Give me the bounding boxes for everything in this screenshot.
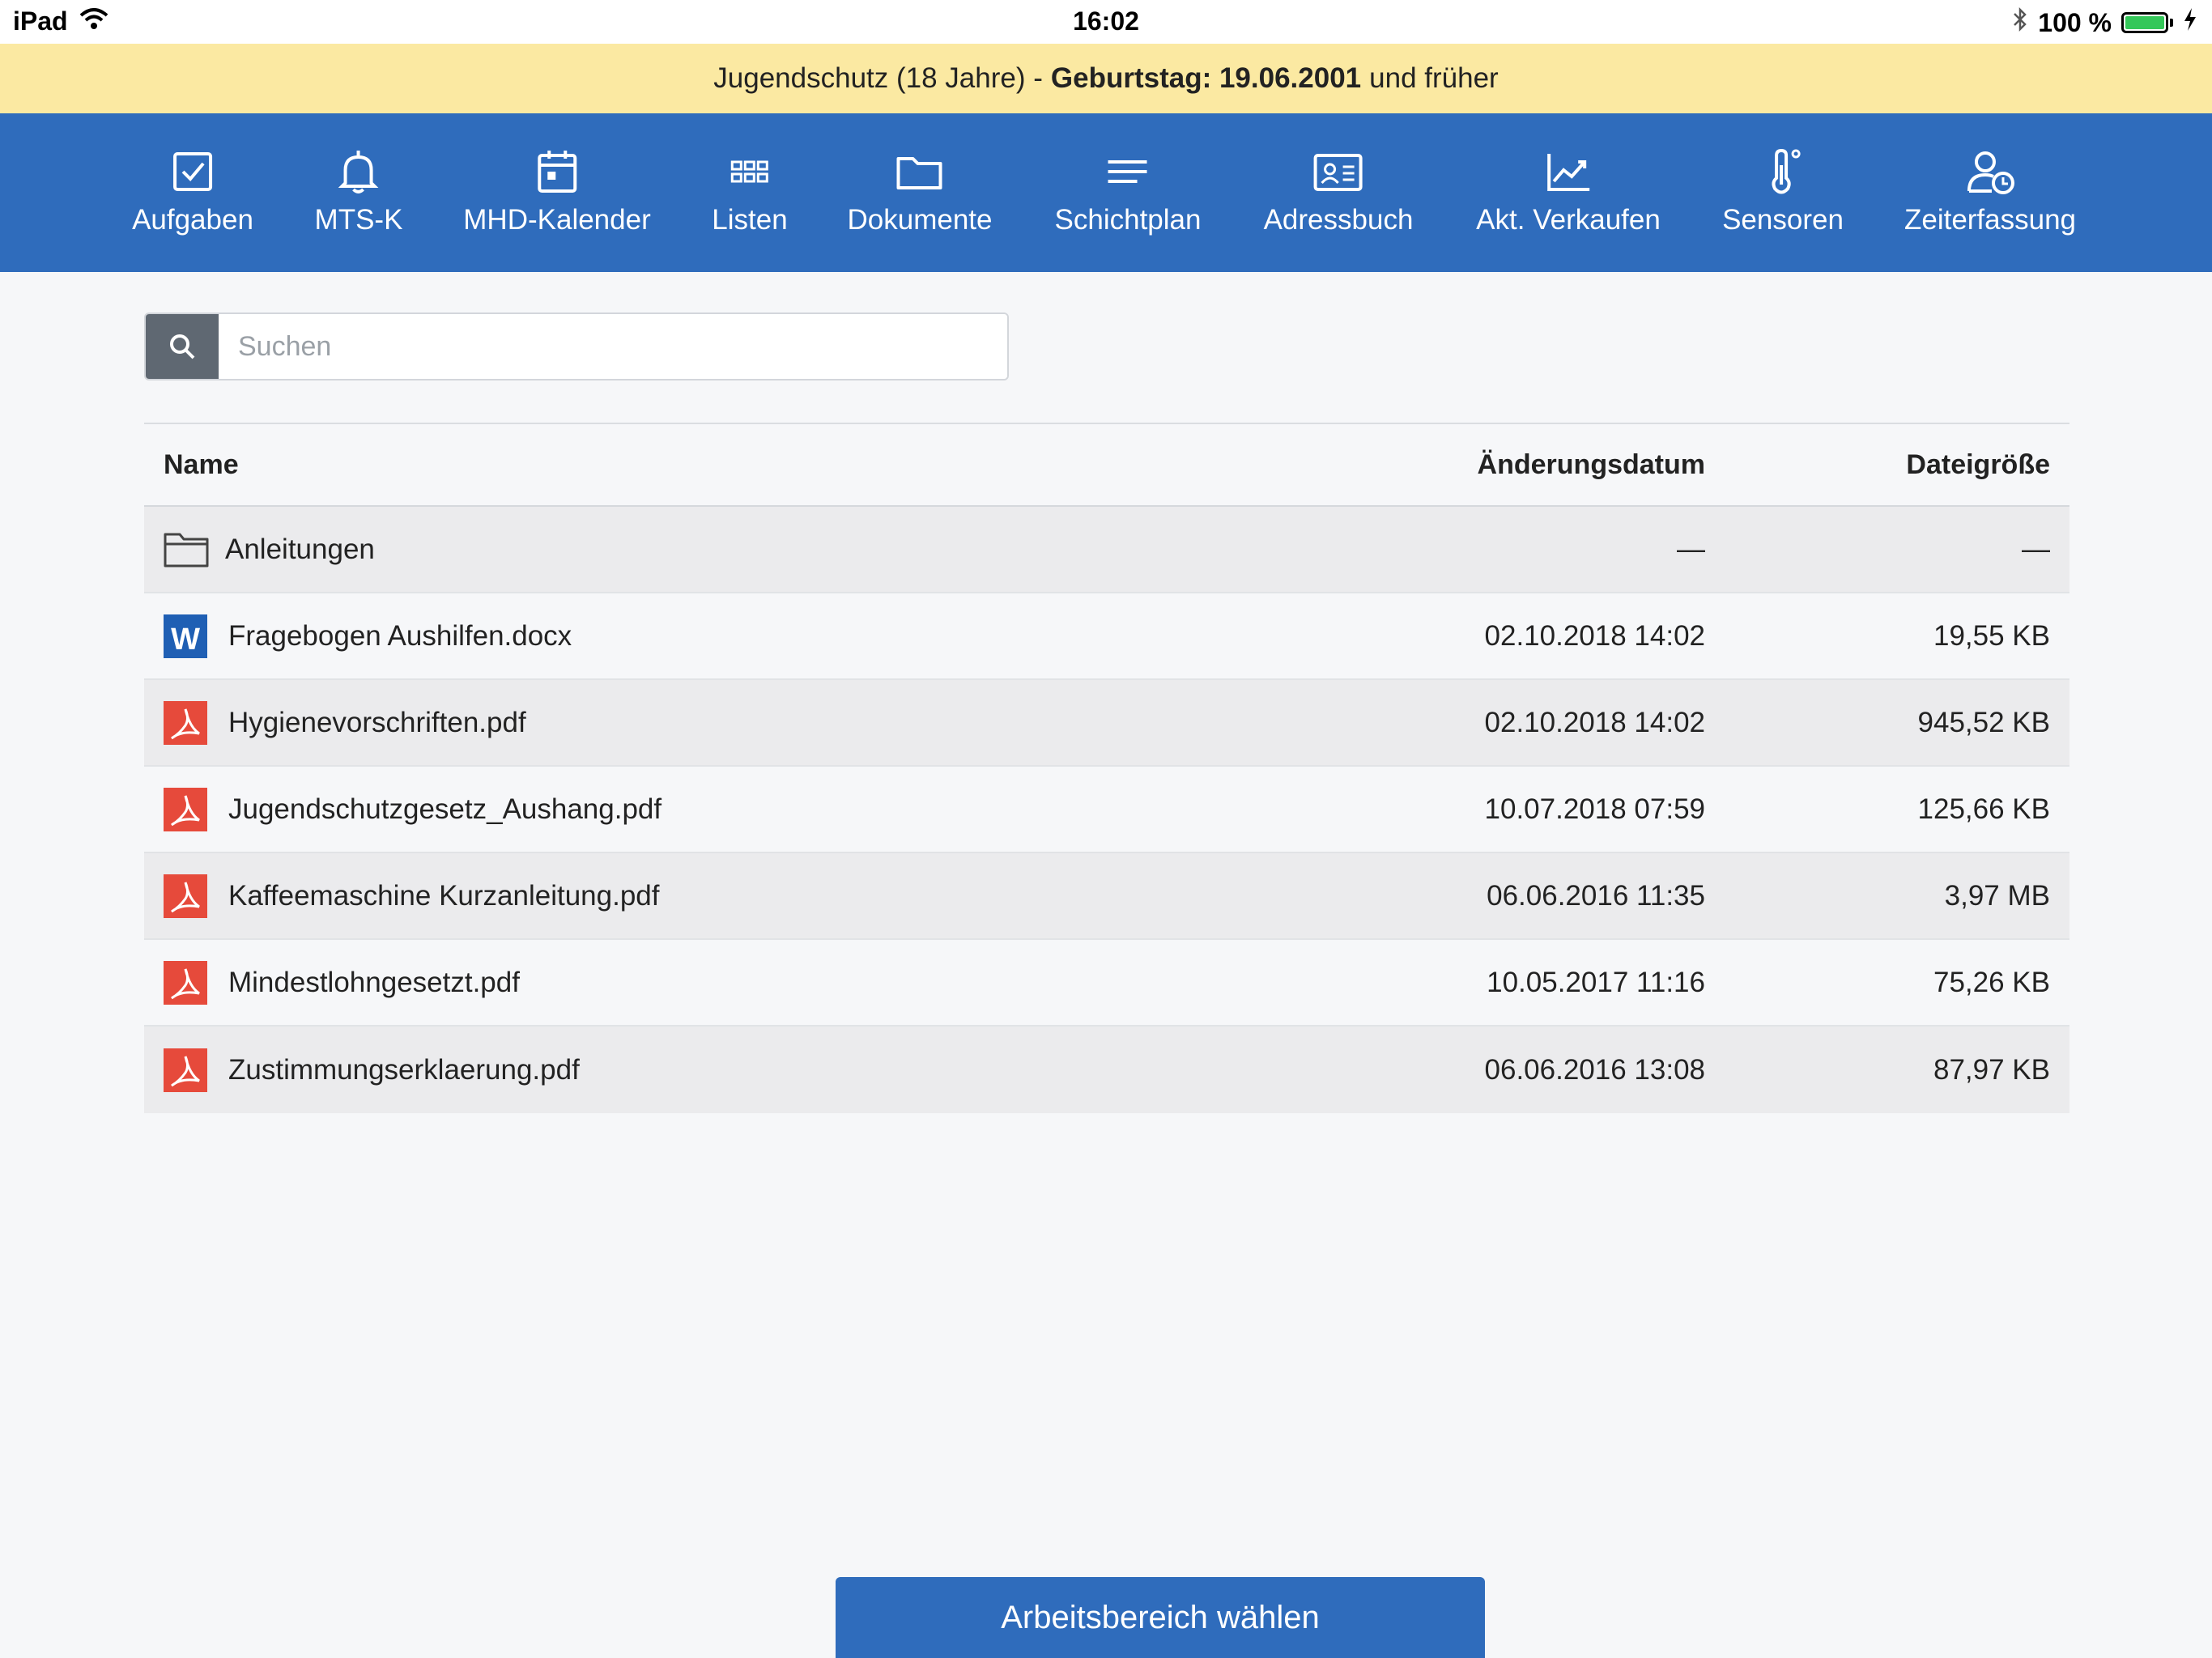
bell-icon (338, 151, 379, 193)
file-date: 10.05.2017 11:16 (1487, 966, 1705, 998)
nav-label: Zeiterfassung (1904, 204, 2077, 236)
pdf-icon (164, 1048, 207, 1092)
file-size: 87,97 KB (1933, 1053, 2050, 1086)
svg-text:W: W (171, 623, 200, 657)
nav-label: MTS-K (314, 204, 403, 236)
contact-card-icon (1313, 154, 1363, 191)
pdf-icon (164, 874, 207, 918)
file-date: 06.06.2016 13:08 (1484, 1053, 1705, 1086)
banner-suffix: und früher (1369, 62, 1499, 94)
checkbox-icon (173, 152, 212, 191)
nav-label: Schichtplan (1054, 204, 1202, 236)
search-icon (170, 334, 195, 359)
file-name: Anleitungen (225, 533, 375, 565)
grid-icon (730, 160, 768, 183)
status-bar: iPad 16:02 100 % (0, 0, 2212, 44)
nav-label: Sensoren (1722, 204, 1844, 236)
nav-adressbuch[interactable]: Adressbuch (1263, 146, 1414, 236)
nav-aufgaben[interactable]: Aufgaben (132, 146, 253, 236)
clock: 16:02 (1073, 6, 1139, 36)
table-row[interactable]: Hygienevorschriften.pdf 02.10.2018 14:02… (144, 680, 2069, 767)
table-row[interactable]: Anleitungen — — (144, 507, 2069, 593)
chart-up-icon (1546, 154, 1589, 191)
pdf-icon (164, 960, 207, 1005)
column-header-size[interactable]: Dateigröße (1705, 449, 2069, 481)
table-row[interactable]: Jugendschutzgesetz_Aushang.pdf 10.07.201… (144, 767, 2069, 853)
file-date: — (1677, 533, 1705, 565)
search-button[interactable] (146, 314, 219, 379)
table-header: Name Änderungsdatum Dateigröße (144, 423, 2069, 507)
age-restriction-banner: Jugendschutz (18 Jahre) - Geburtstag: 19… (0, 44, 2212, 113)
table-row[interactable]: Mindestlohngesetzt.pdf 10.05.2017 11:16 … (144, 940, 2069, 1027)
file-size: 75,26 KB (1933, 966, 2050, 998)
table-row[interactable]: Zustimmungserklaerung.pdf 06.06.2016 13:… (144, 1027, 2069, 1113)
search-bar (144, 312, 1009, 380)
pdf-icon (164, 787, 207, 831)
file-name: Zustimmungserklaerung.pdf (228, 1053, 580, 1086)
charging-icon (2183, 7, 2197, 38)
nav-dokumente[interactable]: Dokumente (847, 146, 993, 236)
table-row[interactable]: W Fragebogen Aushilfen.docx 02.10.2018 1… (144, 593, 2069, 680)
nav-listen[interactable]: Listen (712, 146, 788, 236)
table-row[interactable]: Kaffeemaschine Kurzanleitung.pdf 06.06.2… (144, 853, 2069, 940)
file-size: 19,55 KB (1933, 619, 2050, 652)
battery-percent: 100 % (2038, 7, 2112, 37)
file-name: Jugendschutzgesetz_Aushang.pdf (228, 793, 662, 825)
documents-table: Name Änderungsdatum Dateigröße Anleitung… (144, 423, 2069, 1113)
file-date: 02.10.2018 14:02 (1484, 619, 1705, 652)
file-size: 945,52 KB (1917, 706, 2050, 738)
nav-zeiterfassung[interactable]: Zeiterfassung (1904, 146, 2076, 236)
nav-mhd-kalender[interactable]: MHD-Kalender (463, 146, 651, 236)
bluetooth-icon (2012, 6, 2028, 39)
lines-icon (1108, 160, 1147, 183)
file-size: 125,66 KB (1917, 793, 2050, 825)
folder-icon (896, 157, 942, 189)
file-date: 06.06.2016 11:35 (1487, 879, 1705, 912)
file-date: 10.07.2018 07:59 (1484, 793, 1705, 825)
column-header-name[interactable]: Name (144, 449, 1219, 481)
nav-label: MHD-Kalender (463, 204, 651, 236)
calendar-icon (538, 151, 576, 193)
nav-label: Dokumente (847, 204, 993, 236)
file-name: Hygienevorschriften.pdf (228, 706, 526, 738)
thermometer-icon (1772, 148, 1801, 194)
user-clock-icon (1967, 151, 2014, 194)
file-name: Mindestlohngesetzt.pdf (228, 966, 520, 998)
file-name: Kaffeemaschine Kurzanleitung.pdf (228, 879, 660, 912)
select-workspace-button[interactable]: Arbeitsbereich wählen (836, 1577, 1485, 1658)
nav-label: Listen (712, 204, 788, 236)
file-date: 02.10.2018 14:02 (1484, 706, 1705, 738)
file-size: 3,97 MB (1944, 879, 2050, 912)
nav-sensoren[interactable]: Sensoren (1722, 146, 1844, 236)
battery-icon (2121, 12, 2173, 33)
nav-label: Akt. Verkaufen (1476, 204, 1661, 236)
column-header-date[interactable]: Änderungsdatum (1219, 449, 1705, 481)
nav-schichtplan[interactable]: Schichtplan (1054, 146, 1202, 236)
pdf-icon (164, 700, 207, 745)
main-navigation: Aufgaben MTS-K MHD-Kalender Listen Dokum… (0, 113, 2212, 272)
file-size: — (2022, 533, 2050, 565)
nav-akt-verkaufen[interactable]: Akt. Verkaufen (1476, 146, 1661, 236)
word-document-icon: W (164, 614, 207, 658)
banner-prefix: Jugendschutz (18 Jahre) - (713, 62, 1043, 94)
nav-label: Aufgaben (132, 204, 253, 236)
banner-birthday: Geburtstag: 19.06.2001 (1050, 62, 1362, 94)
nav-mts-k[interactable]: MTS-K (314, 146, 403, 236)
nav-label: Adressbuch (1263, 204, 1414, 236)
file-name: Fragebogen Aushilfen.docx (228, 619, 572, 652)
folder-icon (164, 533, 209, 567)
search-input[interactable] (219, 314, 1007, 379)
